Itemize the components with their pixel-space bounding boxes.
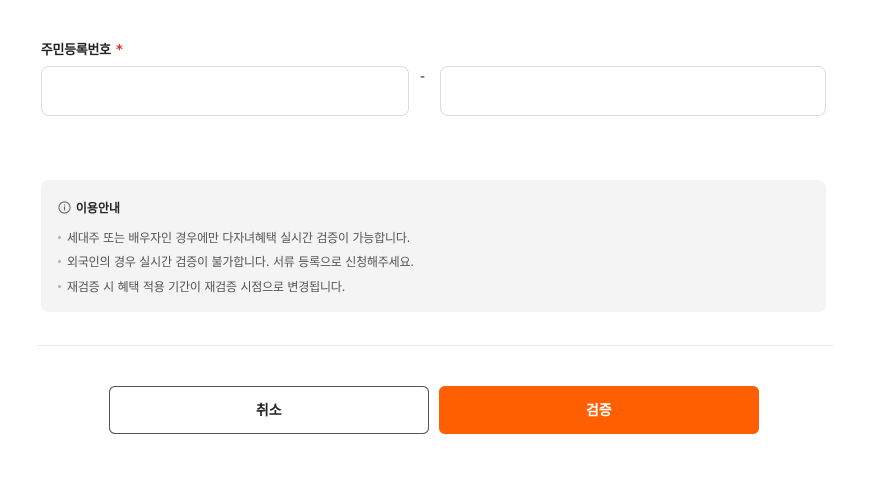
cancel-button[interactable]: 취소	[109, 386, 429, 434]
notice-item: 세대주 또는 배우자인 경우에만 다자녀혜택 실시간 검증이 가능합니다.	[58, 225, 414, 250]
rrn-separator: -	[420, 69, 426, 85]
notice-item-text: 재검증 시 혜택 적용 기간이 재검증 시점으로 변경됩니다.	[67, 279, 346, 294]
rrn-label-text: 주민등록번호	[41, 43, 111, 58]
rrn-back-input[interactable]	[440, 66, 826, 116]
usage-notice-box: 이용안내 세대주 또는 배우자인 경우에만 다자녀혜택 실시간 검증이 가능합니…	[41, 180, 826, 312]
rrn-front-input[interactable]	[41, 66, 409, 116]
notice-title: 이용안내	[58, 199, 120, 216]
bullet-icon	[58, 235, 61, 239]
bullet-icon	[58, 260, 61, 264]
notice-item: 재검증 시 혜택 적용 기간이 재검증 시점으로 변경됩니다.	[58, 274, 414, 299]
notice-list: 세대주 또는 배우자인 경우에만 다자녀혜택 실시간 검증이 가능합니다. 외국…	[58, 225, 414, 299]
bullet-icon	[58, 284, 61, 288]
notice-item-text: 세대주 또는 배우자인 경우에만 다자녀혜택 실시간 검증이 가능합니다.	[67, 230, 411, 245]
rrn-field-label: 주민등록번호 *	[41, 39, 123, 58]
notice-item: 외국인의 경우 실시간 검증이 불가합니다. 서류 등록으로 신청해주세요.	[58, 250, 414, 275]
section-divider	[37, 345, 833, 346]
notice-title-text: 이용안내	[76, 201, 121, 215]
verify-button[interactable]: 검증	[439, 386, 759, 434]
notice-item-text: 외국인의 경우 실시간 검증이 불가합니다. 서류 등록으로 신청해주세요.	[67, 255, 414, 270]
required-asterisk: *	[115, 43, 123, 58]
info-circle-icon	[58, 201, 71, 214]
